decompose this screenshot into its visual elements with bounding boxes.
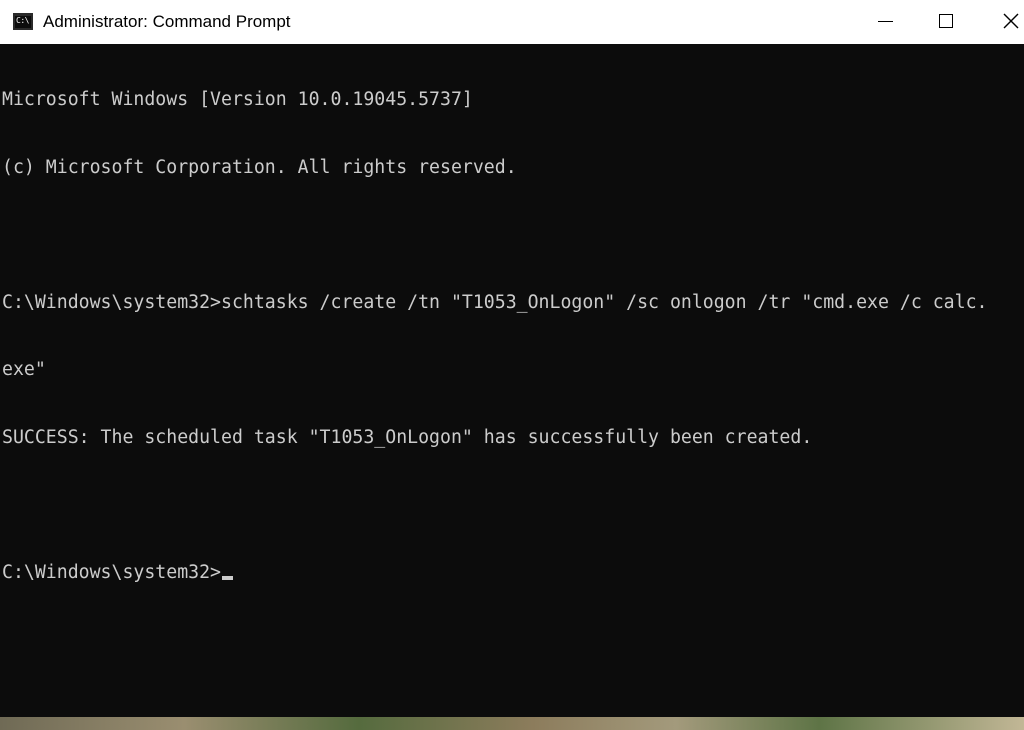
- console-line: C:\Windows\system32>schtasks /create /tn…: [2, 291, 988, 313]
- console-line: Microsoft Windows [Version 10.0.19045.57…: [2, 89, 473, 110]
- title-bar[interactable]: C:\ Administrator: Command Prompt: [0, 0, 1024, 44]
- close-button[interactable]: [978, 0, 1024, 44]
- app-icon-text: C:\: [16, 16, 29, 25]
- maximize-icon: [939, 14, 953, 28]
- text-cursor: [222, 575, 233, 580]
- maximize-button[interactable]: [916, 0, 978, 44]
- command-prompt-window: C:\ Administrator: Command Prompt Micros…: [0, 0, 1024, 717]
- console-line: SUCCESS: The scheduled task "T1053_OnLog…: [2, 426, 813, 448]
- console-prompt: C:\Windows\system32>: [2, 561, 221, 583]
- console-prompt-line[interactable]: C:\Windows\system32>: [0, 562, 1024, 585]
- minimize-icon: [878, 21, 893, 22]
- console-output[interactable]: Microsoft Windows [Version 10.0.19045.57…: [0, 44, 1024, 717]
- console-line: (c) Microsoft Corporation. All rights re…: [2, 156, 517, 178]
- minimize-button[interactable]: [854, 0, 916, 44]
- command-prompt-icon[interactable]: C:\: [13, 13, 33, 30]
- console-line: exe": [2, 359, 46, 380]
- close-icon: [1003, 13, 1019, 29]
- window-title: Administrator: Command Prompt: [43, 12, 291, 31]
